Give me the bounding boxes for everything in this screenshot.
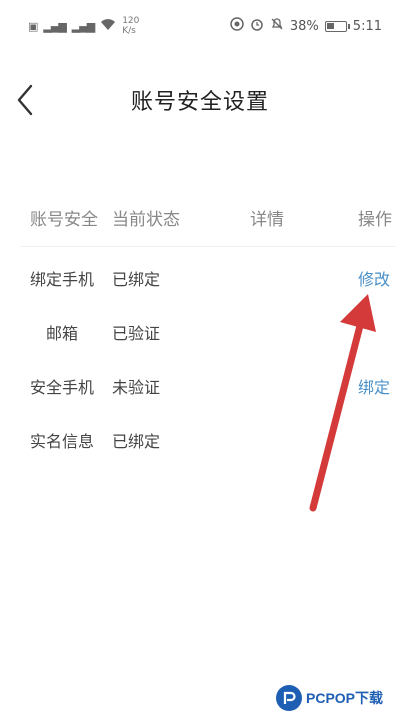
eye-icon [230,17,244,35]
pcpop-logo-icon [276,685,302,711]
screen: ▣ ▂▄▆ ▂▄▆ 120 K/s 38% 5:11 账号安全设置 账号安全 当… [0,0,400,720]
sim-card-icon: ▣ [28,19,38,33]
status-right: 38% 5:11 [230,17,382,35]
clock: 5:11 [352,18,382,34]
row-name: 安全手机 [30,378,95,397]
header-account-security: 账号安全 [30,210,98,230]
row-status: 已绑定 [112,270,161,289]
mute-icon [270,17,284,35]
row-name: 邮箱 [46,324,79,343]
table-row: 邮箱 已验证 [0,320,400,360]
table-row: 安全手机 未验证 绑定 [0,374,400,414]
table-row: 实名信息 已绑定 [0,428,400,468]
battery-icon [324,20,350,32]
row-name: 实名信息 [30,432,95,451]
signal-icon-2: ▂▄▆ [71,19,95,33]
modify-link[interactable]: 修改 [358,266,390,290]
status-left: ▣ ▂▄▆ ▂▄▆ 120 K/s [28,16,139,36]
row-name: 绑定手机 [30,270,95,289]
alarm-icon [250,17,264,35]
row-status: 未验证 [112,378,161,397]
net-speed-unit: K/s [122,26,136,36]
net-speed-value: 120 [122,16,140,26]
battery-percent: 38% [289,18,319,34]
watermark-text: PCPOP下载 [306,690,384,706]
page-title: 账号安全设置 [130,90,269,115]
row-status: 已绑定 [112,432,161,451]
watermark: PCPOP下载 [276,682,396,714]
bind-link[interactable]: 绑定 [358,374,390,398]
nav-bar: 账号安全设置 [0,70,400,130]
header-divider [20,246,395,247]
wifi-icon [100,18,116,34]
status-bar: ▣ ▂▄▆ ▂▄▆ 120 K/s 38% 5:11 [0,0,400,52]
header-current-status: 当前状态 [112,210,180,230]
signal-icon: ▂▄▆ [43,19,66,33]
header-action: 操作 [358,210,392,230]
header-detail: 详情 [250,210,284,230]
row-status: 已验证 [112,324,161,343]
table-header: 账号安全 当前状态 详情 操作 [0,205,400,245]
table-row: 绑定手机 已绑定 修改 [0,266,400,306]
net-speed: 120 K/s [122,16,139,36]
